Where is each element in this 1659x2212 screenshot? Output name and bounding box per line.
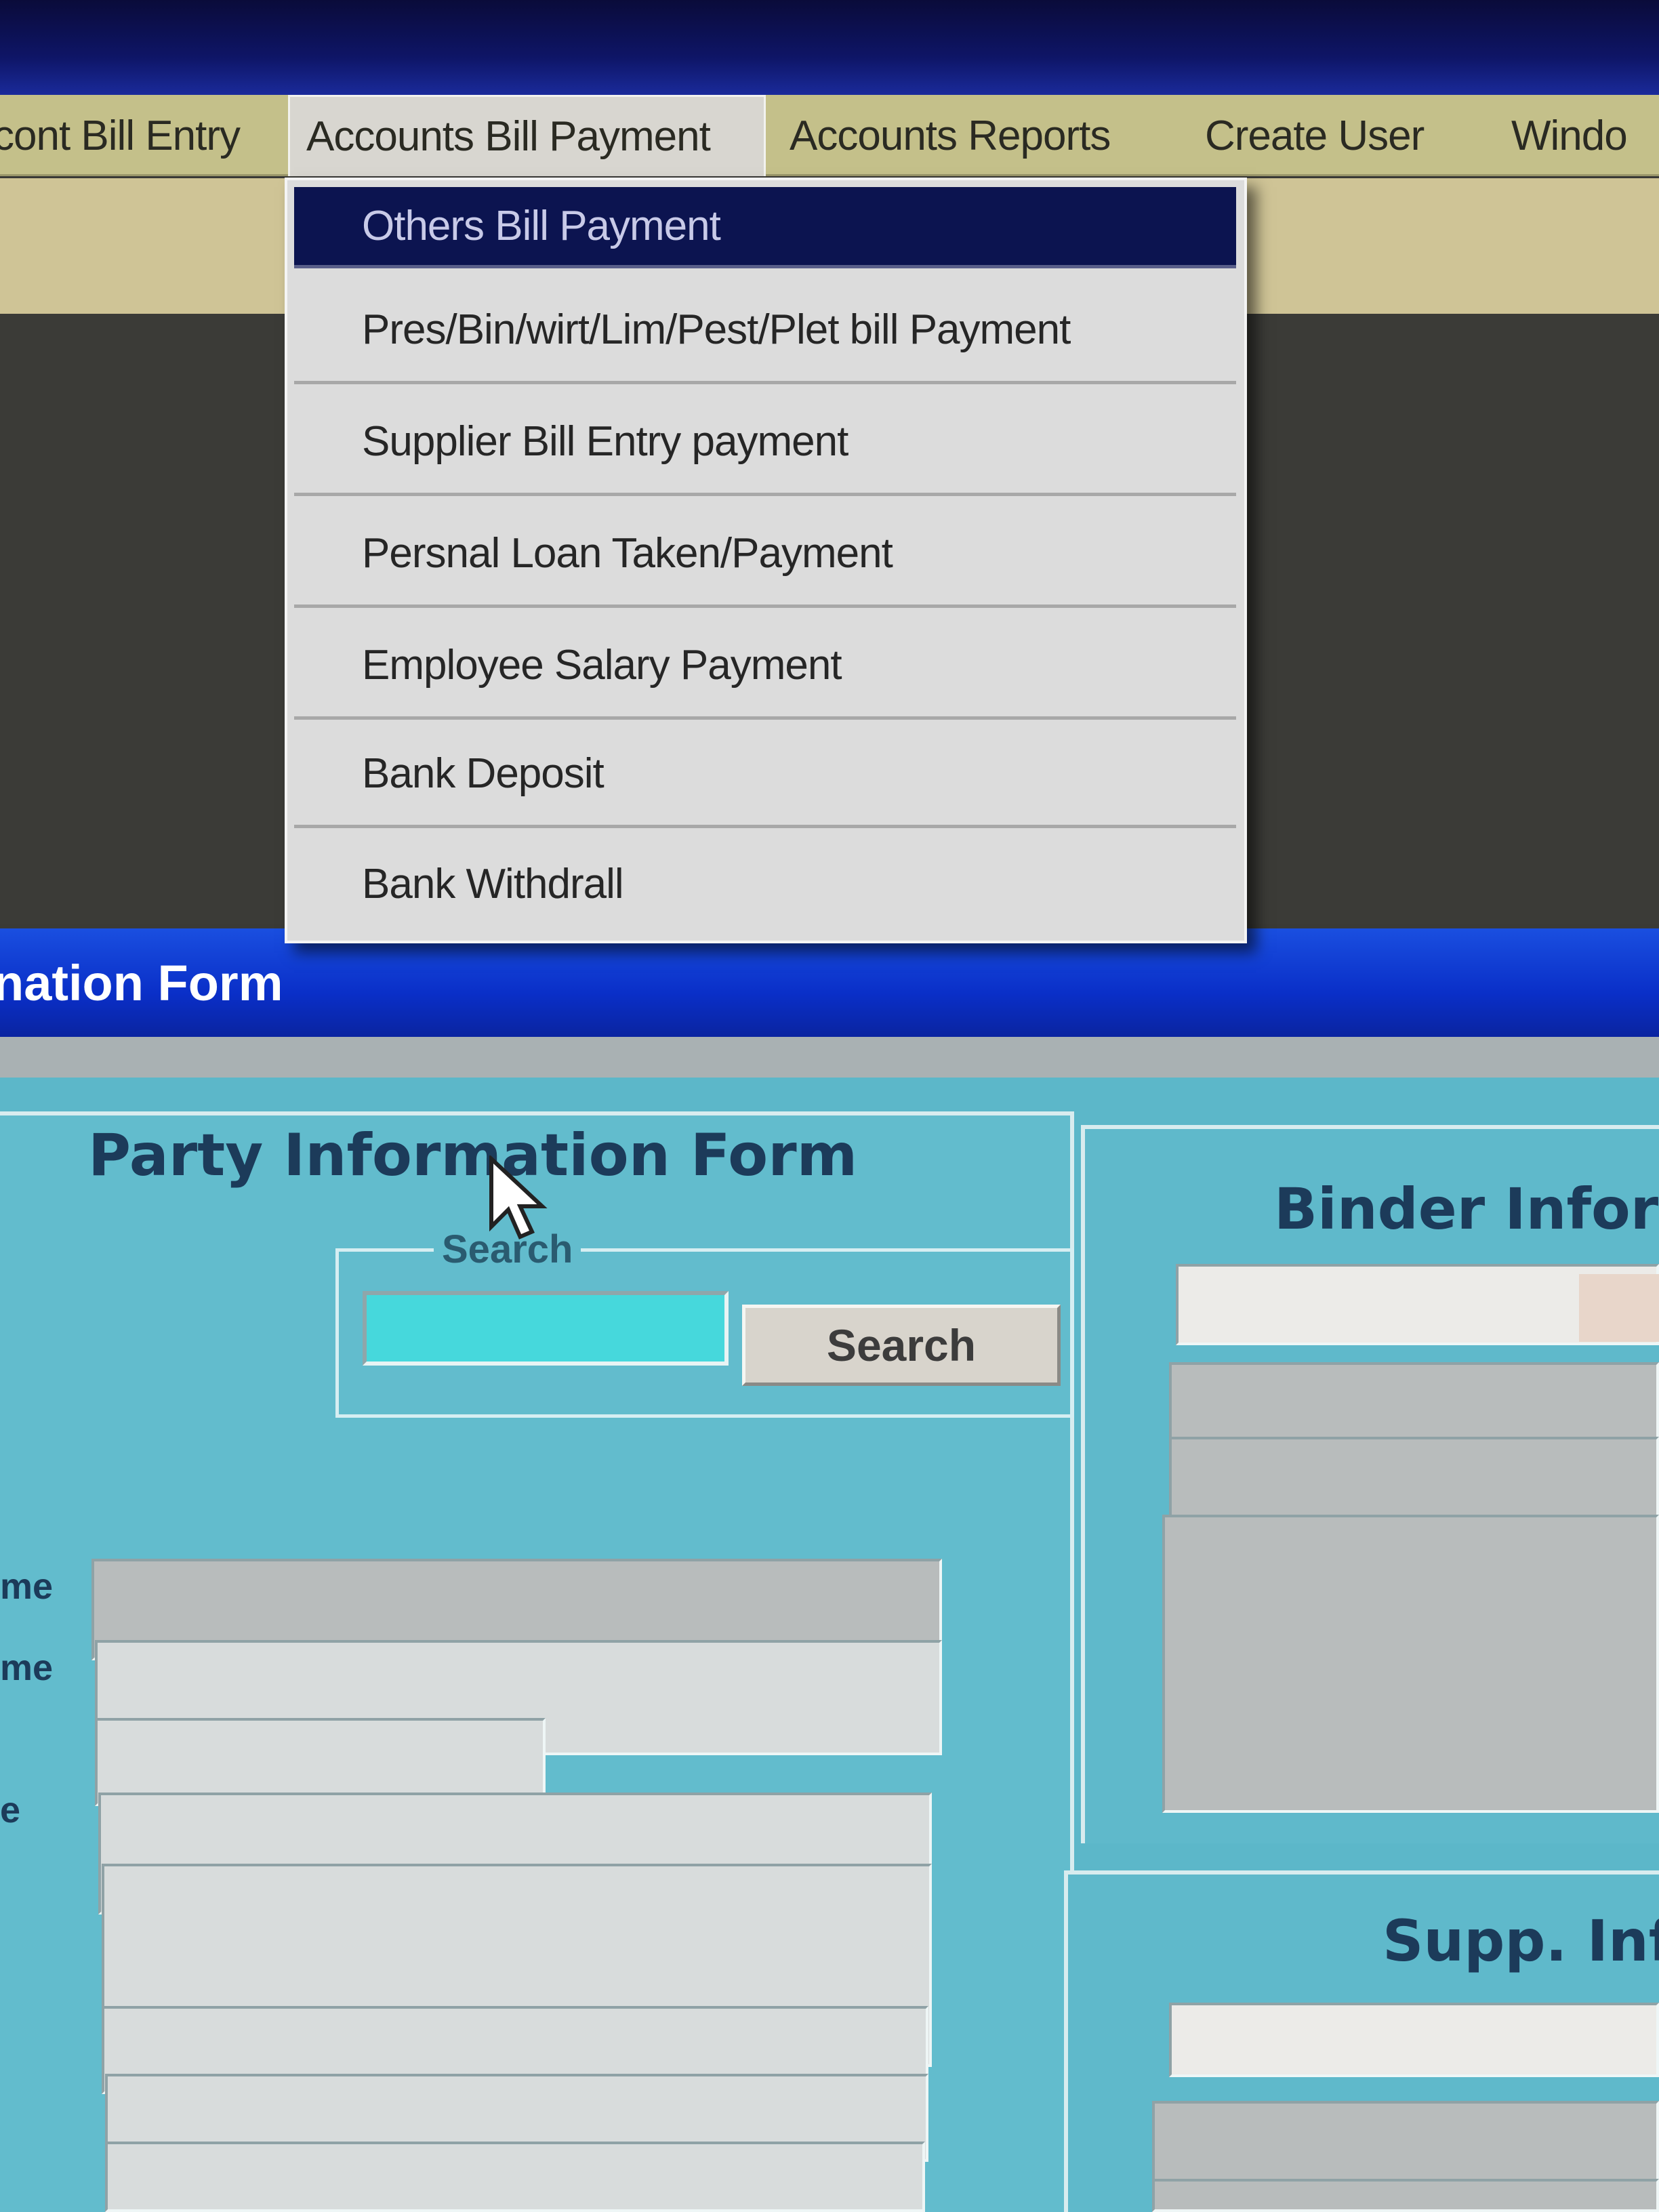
- menu-create-user[interactable]: Create User: [1205, 95, 1425, 176]
- field-label-3: e: [0, 1790, 21, 1830]
- menu-accounts-reports[interactable]: Accounts Reports: [790, 95, 1111, 176]
- binder-field-2[interactable]: [1169, 1437, 1659, 1525]
- field-label-2: me: [0, 1647, 54, 1688]
- supp-field-2[interactable]: [1152, 2179, 1659, 2212]
- menu-bill-entry[interactable]: cont Bill Entry: [0, 95, 241, 176]
- menu-item-bank-withdrawal[interactable]: Bank Withdrall: [294, 831, 1236, 937]
- menu-bar: cont Bill Entry Accounts Bill Payment Ac…: [0, 95, 1659, 176]
- app-title-bar: [0, 0, 1659, 95]
- binder-list[interactable]: [1162, 1515, 1659, 1813]
- mouse-pointer-icon: [489, 1155, 548, 1240]
- window-title: nation Form: [0, 954, 283, 1011]
- binder-combo-button[interactable]: [1579, 1274, 1659, 1342]
- binder-title: Binder Infor: [1274, 1176, 1659, 1242]
- form-window-title-bar[interactable]: nation Form: [0, 928, 1659, 1037]
- supp-field-1[interactable]: [1152, 2101, 1659, 2182]
- menu-item-bank-deposit[interactable]: Bank Deposit: [294, 722, 1236, 828]
- party-form-title: Party Information Form: [88, 1122, 858, 1189]
- supp-title: Supp. Inf: [1382, 1908, 1659, 1974]
- field-label-1: me: [0, 1566, 54, 1607]
- screen: cont Bill Entry Accounts Bill Payment Ac…: [0, 0, 1659, 2212]
- party-field-8[interactable]: [105, 2142, 925, 2212]
- menu-item-pres-bin-bill-payment[interactable]: Pres/Bin/wirt/Lim/Pest/Plet bill Payment: [294, 279, 1236, 384]
- accounts-bill-payment-dropdown: Others Bill Payment Pres/Bin/wirt/Lim/Pe…: [285, 178, 1247, 943]
- menu-item-others-bill-payment[interactable]: Others Bill Payment: [294, 187, 1236, 268]
- window-strip: [0, 1037, 1659, 1078]
- menu-accounts-bill-payment[interactable]: Accounts Bill Payment: [288, 95, 766, 176]
- supp-combo[interactable]: [1169, 2003, 1659, 2077]
- menu-item-supplier-bill-entry-payment[interactable]: Supplier Bill Entry payment: [294, 390, 1236, 496]
- menu-item-employee-salary-payment[interactable]: Employee Salary Payment: [294, 614, 1236, 720]
- search-input[interactable]: [363, 1291, 729, 1366]
- search-button[interactable]: Search: [742, 1305, 1061, 1386]
- menu-window[interactable]: Windo: [1511, 95, 1628, 176]
- menu-item-personal-loan[interactable]: Persnal Loan Taken/Payment: [294, 502, 1236, 608]
